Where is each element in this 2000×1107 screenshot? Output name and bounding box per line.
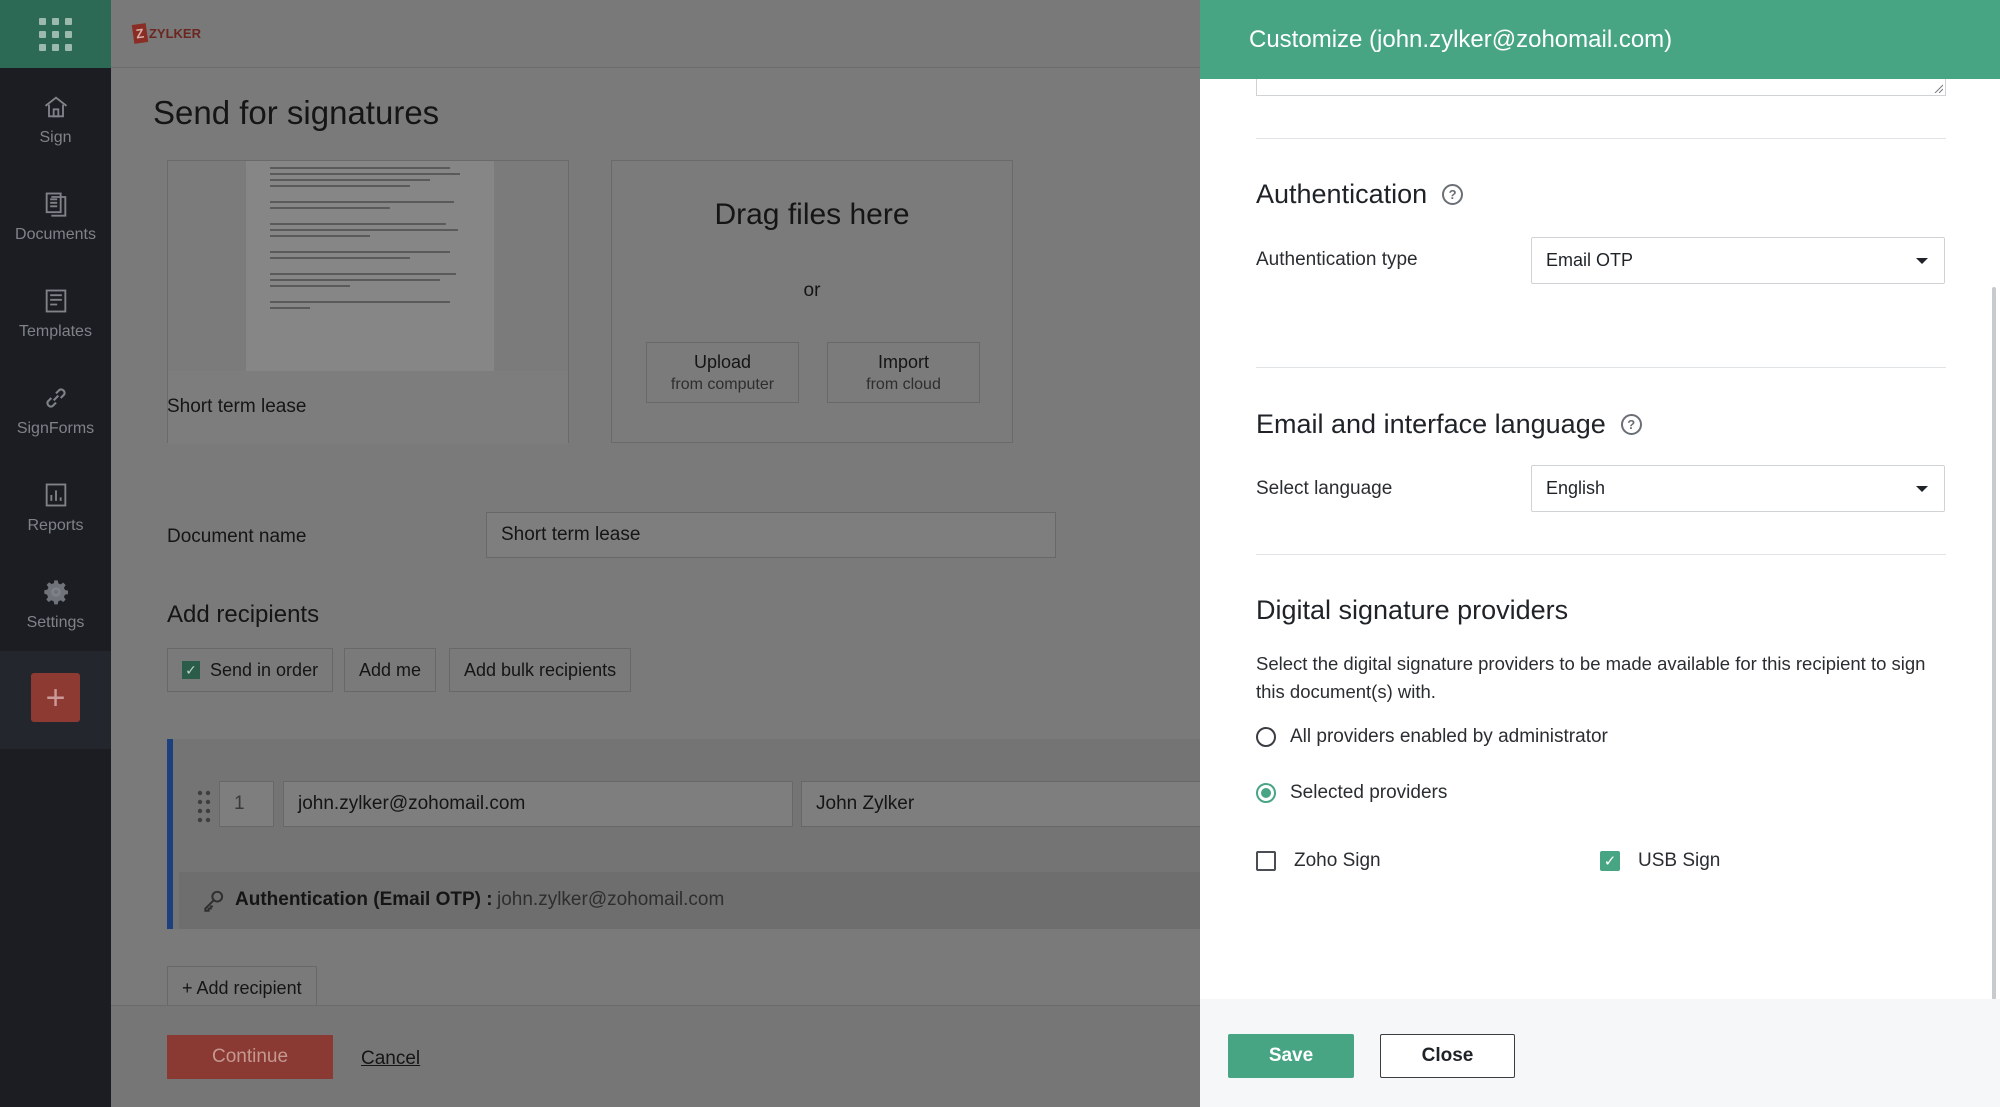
logo-text: ZYLKER [148, 26, 201, 41]
import-button[interactable]: Import from cloud [827, 342, 980, 403]
radio-selected-icon [1256, 783, 1276, 803]
radio-all-label: All providers enabled by administrator [1290, 726, 1608, 747]
nav-item-reports[interactable]: Reports [0, 463, 111, 553]
authentication-type-value: Email OTP [1546, 250, 1634, 270]
caret-down-icon [1916, 486, 1928, 492]
nav-item-signforms[interactable]: SignForms [0, 366, 111, 456]
zoho-sign-label: Zoho Sign [1294, 850, 1381, 871]
divider [1256, 367, 1946, 368]
templates-icon [45, 289, 66, 313]
select-language-label: Select language [1256, 478, 1393, 499]
app-grid-button[interactable] [0, 0, 111, 68]
recipient-order-input[interactable]: 1 [219, 781, 274, 827]
create-button[interactable]: + [31, 673, 80, 722]
import-label: Import [877, 352, 929, 372]
zoho-sign-checkbox[interactable]: Zoho Sign [1256, 850, 1381, 872]
panel-scrollbar[interactable] [1992, 287, 1996, 1000]
nav-label-signforms: SignForms [16, 420, 95, 437]
help-icon[interactable]: ? [1442, 184, 1464, 205]
recipient-name-input[interactable]: John Zylker [801, 781, 1200, 827]
radio-unselected-icon [1256, 727, 1276, 747]
customize-panel: Customize (john.zylker@zohomail.com) Aut… [1200, 0, 2000, 1107]
language-select[interactable]: English [1531, 465, 1945, 512]
authentication-type-select[interactable]: Email OTP [1531, 237, 1945, 284]
providers-description: Select the digital signature providers t… [1256, 653, 1926, 702]
cancel-link[interactable]: Cancel [361, 1048, 420, 1070]
add-me-button[interactable]: Add me [344, 648, 437, 692]
panel-body: Authentication ? Authentication type Ema… [1200, 79, 2000, 999]
left-nav: Sign Documents Templates SignForms Repor… [0, 0, 111, 1107]
authentication-type-label: Authentication type [1256, 249, 1418, 270]
nav-label-documents: Documents [15, 226, 96, 243]
radio-all-providers[interactable]: All providers enabled by administrator [1256, 726, 1608, 748]
document-thumbnail [246, 161, 494, 371]
page-title: Send for signatures [153, 94, 440, 131]
nav-item-templates[interactable]: Templates [0, 269, 111, 359]
drag-handle-icon[interactable] [197, 789, 211, 823]
recipient-auth-strip: Authentication (Email OTP) : john.zylker… [179, 872, 1200, 929]
upload-button[interactable]: Upload from computer [646, 342, 799, 403]
language-value: English [1546, 478, 1606, 498]
help-icon[interactable]: ? [1620, 414, 1642, 435]
reports-icon [45, 483, 66, 507]
nav-label-reports: Reports [27, 517, 84, 534]
divider [1256, 554, 1946, 555]
document-card-name: Short term lease [167, 396, 307, 417]
app-grid-icon [39, 17, 72, 51]
top-bar: Z ZYLKER [111, 0, 1200, 68]
authentication-heading-text: Authentication [1256, 179, 1428, 209]
checkbox-empty-icon [1256, 851, 1276, 871]
language-heading: Email and interface language ? [1256, 409, 1642, 440]
radio-selected-providers[interactable]: Selected providers [1256, 782, 1447, 804]
nav-label-sign: Sign [39, 129, 72, 146]
link-icon [45, 388, 66, 408]
gear-icon [43, 580, 68, 605]
resize-handle-icon[interactable] [1933, 83, 1943, 93]
save-button[interactable]: Save [1228, 1034, 1354, 1078]
nav-label-settings: Settings [26, 614, 85, 631]
panel-footer: Save Close [1200, 999, 2000, 1107]
recipient-auth-label: Authentication (Email OTP) : [235, 889, 493, 910]
close-button[interactable]: Close [1380, 1034, 1515, 1078]
divider [1256, 138, 1946, 139]
documents-icon [45, 192, 66, 217]
checkmark-icon: ✓ [1600, 851, 1620, 871]
providers-heading: Digital signature providers [1256, 595, 1569, 625]
nav-item-sign[interactable]: Sign [0, 75, 111, 165]
nav-item-settings[interactable]: Settings [0, 560, 111, 650]
caret-down-icon [1916, 258, 1928, 264]
add-recipient-button[interactable]: + Add recipient [167, 966, 317, 1010]
recipient-row: 1 john.zylker@zohomail.com John Zylker A… [167, 739, 1200, 929]
recipient-auth-value: john.zylker@zohomail.com [497, 889, 725, 910]
message-textarea[interactable] [1256, 79, 1946, 96]
send-in-order-label: Send in order [210, 659, 319, 680]
authentication-heading: Authentication ? [1256, 179, 1464, 210]
usb-sign-label: USB Sign [1638, 850, 1721, 871]
drag-files-title: Drag files here [714, 198, 910, 231]
recipient-email-input[interactable]: john.zylker@zohomail.com [283, 781, 793, 827]
continue-button[interactable]: Continue [167, 1035, 333, 1079]
panel-title: Customize (john.zylker@zohomail.com) [1200, 0, 2000, 79]
drag-or-text: or [803, 280, 821, 301]
nav-label-templates: Templates [19, 323, 92, 340]
language-heading-text: Email and interface language [1256, 409, 1606, 439]
import-sub: from cloud [866, 376, 941, 393]
radio-selected-label: Selected providers [1290, 782, 1448, 803]
document-name-input[interactable]: Short term lease [486, 512, 1056, 558]
add-bulk-recipients-button[interactable]: Add bulk recipients [449, 648, 632, 692]
checkmark-icon: ✓ [182, 661, 200, 679]
logo-mark: Z [131, 23, 149, 44]
main-content: Z ZYLKER Send for signatures Short term … [111, 0, 1200, 1107]
usb-sign-checkbox[interactable]: ✓ USB Sign [1600, 850, 1720, 872]
send-in-order-checkbox[interactable]: ✓ Send in order [167, 648, 334, 692]
upload-sub: from computer [670, 376, 775, 393]
key-icon [204, 890, 224, 912]
document-name-label: Document name [167, 526, 307, 547]
nav-item-documents[interactable]: Documents [0, 172, 111, 262]
add-recipients-heading: Add recipients [167, 601, 320, 628]
zylker-logo[interactable]: Z ZYLKER [131, 23, 201, 44]
home-icon [44, 96, 67, 118]
upload-label: Upload [693, 352, 752, 372]
